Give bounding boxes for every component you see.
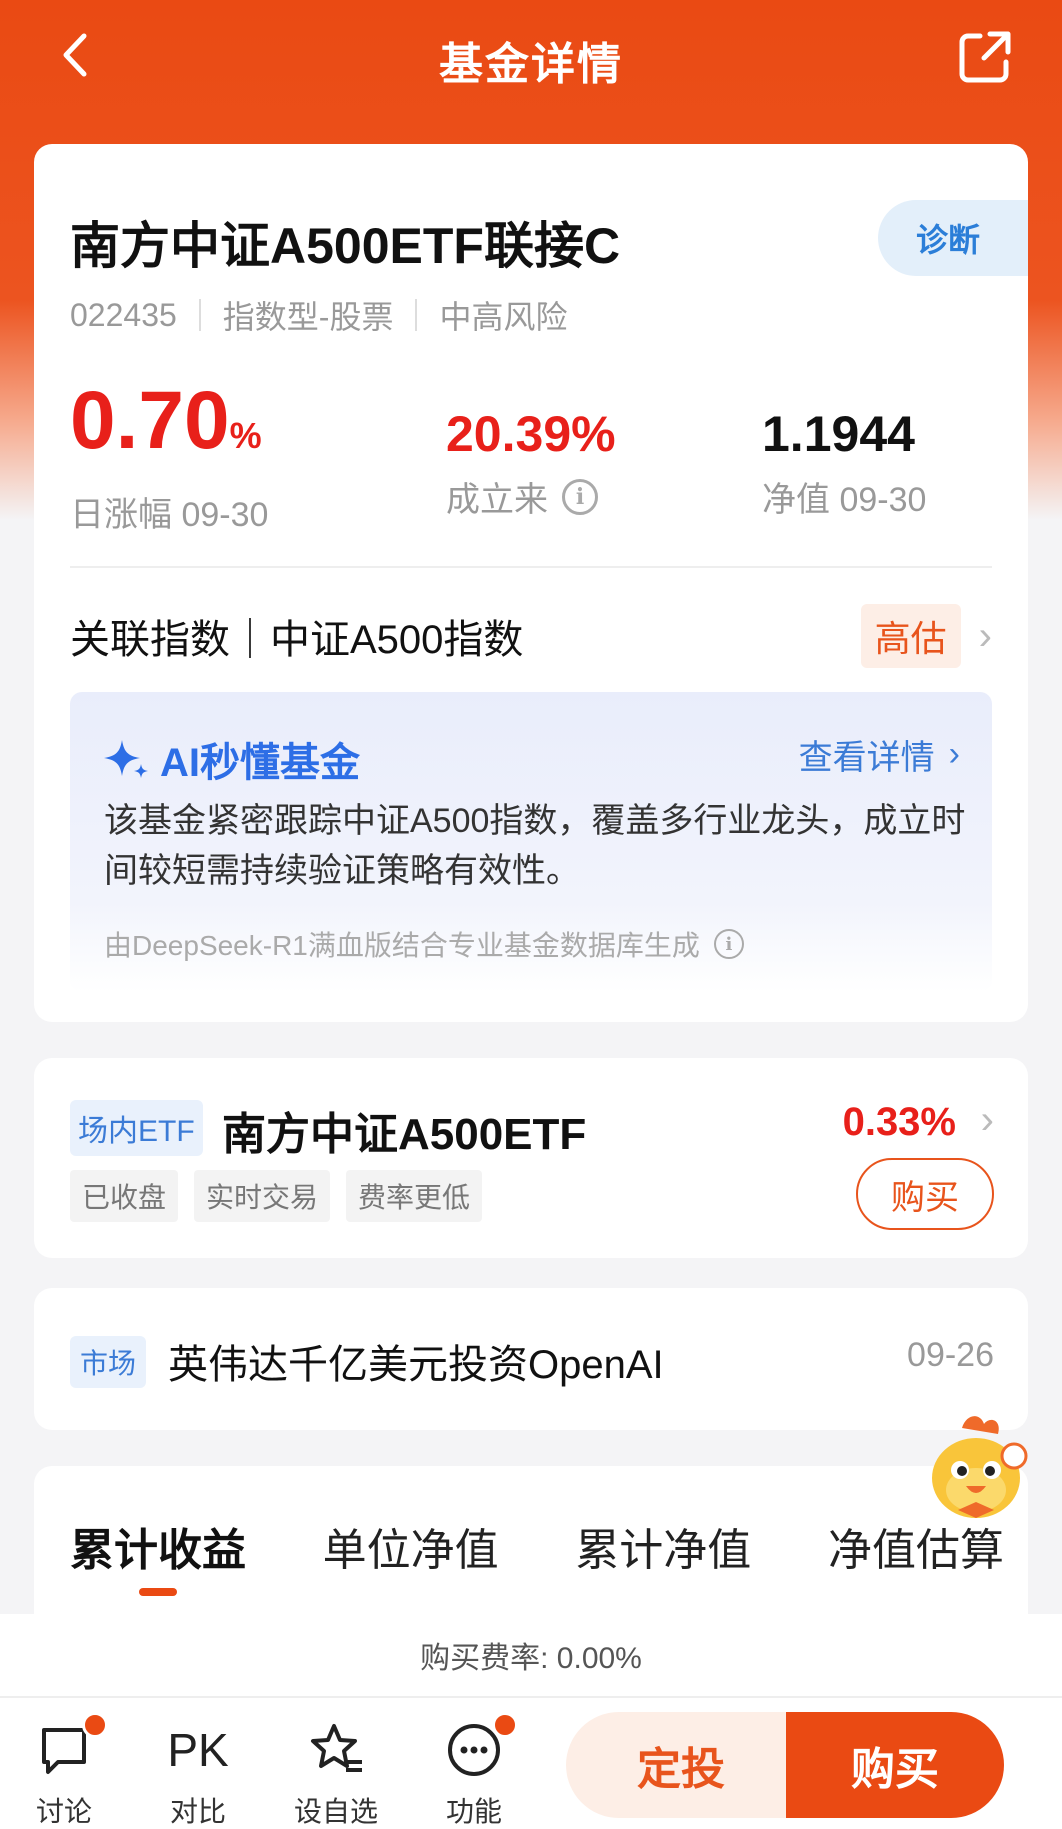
tab-unit-nav[interactable]: 单位净值 xyxy=(323,1514,499,1578)
fund-tags: 022435 指数型-股票 中高风险 xyxy=(70,292,567,338)
ai-title: AI秒懂基金 xyxy=(160,741,360,785)
ai-footer-text: 由DeepSeek-R1满血版结合专业基金数据库生成 xyxy=(104,930,700,961)
fund-summary-card: 南方中证A500ETF联接C 诊断 022435 指数型-股票 中高风险 0.7… xyxy=(34,144,1028,1022)
tag-divider xyxy=(415,299,418,331)
functions-label: 功能 xyxy=(445,1796,502,1827)
tag-divider xyxy=(198,299,201,331)
daily-change-unit: % xyxy=(229,415,262,456)
tab-label: 净值估算 xyxy=(827,1526,1004,1575)
ai-details-link[interactable]: 查看详情 › xyxy=(799,730,960,779)
etf-chip: 费率更低 xyxy=(346,1170,483,1222)
news-tag: 市场 xyxy=(70,1336,147,1388)
notification-dot xyxy=(492,1712,518,1738)
etf-buy-button[interactable]: 购买 xyxy=(856,1158,994,1230)
nav-metric: 1.1944 净值 09-30 xyxy=(762,402,926,521)
etf-chips: 已收盘 实时交易 费率更低 xyxy=(70,1170,498,1222)
tab-cumulative-return[interactable]: 累计收益 xyxy=(70,1514,246,1596)
star-list-icon xyxy=(311,1724,362,1772)
divider xyxy=(70,566,992,568)
pk-icon: PK xyxy=(167,1724,229,1776)
daily-change-label: 日涨幅 09-30 xyxy=(70,496,269,534)
ai-details-label: 查看详情 xyxy=(798,739,935,777)
chevron-right-icon: › xyxy=(948,735,960,773)
purchase-fee-bar: 购买费率: 0.00% xyxy=(0,1614,1062,1698)
since-inception-metric: 20.39% 成立来 i xyxy=(446,402,616,521)
compare-label: 对比 xyxy=(169,1796,226,1827)
etf-chip: 已收盘 xyxy=(70,1170,179,1222)
nav-label: 净值 09-30 xyxy=(762,481,927,519)
since-inception-value: 20.39% xyxy=(446,406,616,462)
daily-change-metric: 0.70% 日涨幅 09-30 xyxy=(70,376,268,536)
discuss-label: 讨论 xyxy=(35,1796,92,1827)
since-inception-label: 成立来 xyxy=(446,481,548,519)
related-index-text: 关联指数｜中证A500指数 xyxy=(70,618,524,662)
active-tab-indicator xyxy=(139,1588,177,1596)
etf-chip: 实时交易 xyxy=(194,1170,331,1222)
news-date: 09-26 xyxy=(907,1336,994,1374)
tab-label: 累计净值 xyxy=(575,1526,752,1575)
tab-label: 单位净值 xyxy=(322,1526,499,1575)
sip-button[interactable]: 定投 xyxy=(566,1712,796,1818)
news-card[interactable]: 市场 英伟达千亿美元投资OpenAI 09-26 xyxy=(34,1288,1028,1430)
ai-summary-box: AI秒懂基金 查看详情 › 该基金紧密跟踪中证A500指数，覆盖多行业龙头，成立… xyxy=(70,692,992,992)
fund-name: 南方中证A500ETF联接C xyxy=(70,218,621,274)
compare-button[interactable]: PK 对比 xyxy=(148,1718,248,1829)
fund-risk: 中高风险 xyxy=(439,299,568,335)
ai-summary-text: 该基金紧密跟踪中证A500指数，覆盖多行业龙头，成立时间较短需持续验证策略有效性… xyxy=(104,802,966,890)
info-icon[interactable]: i xyxy=(562,478,598,515)
etf-change: 0.33% xyxy=(842,1100,956,1144)
add-watchlist-button[interactable]: 设自选 xyxy=(286,1718,386,1829)
chevron-right-icon: › xyxy=(980,1098,994,1142)
ai-header: AI秒懂基金 xyxy=(104,730,360,788)
etf-name: 南方中证A500ETF xyxy=(222,1110,587,1159)
etf-tag: 场内ETF xyxy=(70,1100,203,1156)
notification-dot xyxy=(82,1712,108,1738)
fund-type: 指数型-股票 xyxy=(222,299,394,335)
chart-tabs: 累计收益 单位净值 累计净值 净值估算 xyxy=(70,1514,1004,1596)
fund-code: 022435 xyxy=(70,296,177,333)
info-icon[interactable]: i xyxy=(713,929,744,959)
mascot-icon[interactable] xyxy=(922,1406,1030,1524)
functions-button[interactable]: 功能 xyxy=(424,1712,524,1829)
news-headline: 英伟达千亿美元投资OpenAI xyxy=(168,1343,664,1387)
sparkle-icon xyxy=(104,740,148,778)
discuss-button[interactable]: 讨论 xyxy=(14,1712,114,1829)
daily-change-value: 0.70 xyxy=(70,375,230,466)
add-watchlist-label: 设自选 xyxy=(293,1796,378,1827)
page-title: 基金详情 xyxy=(439,40,623,89)
ai-footer: 由DeepSeek-R1满血版结合专业基金数据库生成 i xyxy=(104,924,744,964)
related-index-row[interactable]: 关联指数｜中证A500指数 高估 › xyxy=(70,598,992,674)
buy-button[interactable]: 购买 xyxy=(786,1712,1004,1818)
chevron-right-icon: › xyxy=(978,613,992,658)
bottom-toolbar: 讨论 PK 对比 设自选 功能 定投 购买 xyxy=(0,1698,1062,1829)
diagnose-button[interactable]: 诊断 xyxy=(878,200,1028,276)
tab-label: 累计收益 xyxy=(70,1526,246,1575)
share-icon[interactable] xyxy=(956,28,1014,86)
nav-value: 1.1944 xyxy=(762,406,915,462)
tab-cumulative-nav[interactable]: 累计净值 xyxy=(575,1514,751,1578)
valuation-badge: 高估 xyxy=(860,604,961,668)
etf-card[interactable]: 场内ETF 南方中证A500ETF 0.33% › 已收盘 实时交易 费率更低 … xyxy=(34,1058,1028,1258)
nav-bar: 基金详情 xyxy=(0,0,1062,120)
